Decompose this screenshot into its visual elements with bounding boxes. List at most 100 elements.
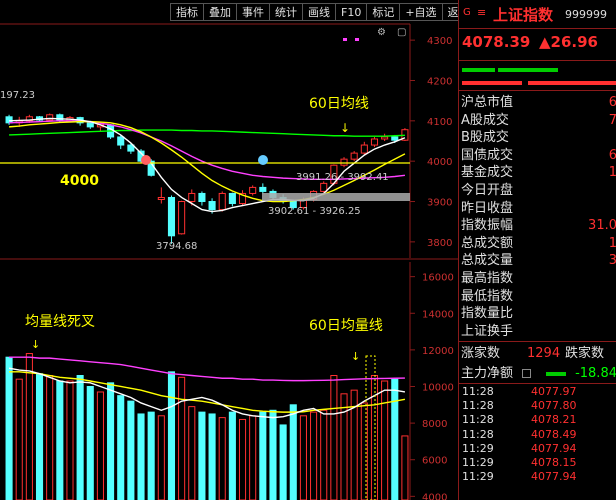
current-price: 4078.39 bbox=[462, 33, 531, 51]
tick-time: 11:29 bbox=[462, 441, 494, 455]
volume-bar bbox=[330, 375, 338, 500]
range-label-upper: 3991.26 - 3992.41 bbox=[296, 172, 389, 183]
toolbar-button-statistics[interactable]: 统计 bbox=[270, 3, 303, 21]
stat-row: A股成交 7 bbox=[459, 112, 616, 130]
volume-y-tick-label: 16000 bbox=[422, 273, 454, 284]
candle-body bbox=[320, 182, 328, 192]
toolbar-button-f10[interactable]: F10 bbox=[336, 3, 368, 21]
main-flow-row: 主力净额 -18.84 bbox=[459, 365, 616, 383]
volume-bar bbox=[310, 411, 318, 500]
candle-body bbox=[218, 192, 226, 211]
volume-bar bbox=[86, 385, 94, 500]
detail-icon[interactable] bbox=[522, 369, 531, 378]
toolbar-button-add-watchlist[interactable]: +自选 bbox=[400, 3, 443, 21]
vol-ma60-arrow: ↓ bbox=[351, 350, 360, 363]
volume-bar bbox=[107, 382, 115, 500]
candle-body bbox=[117, 136, 125, 146]
stat-label: 昨日收盘 bbox=[461, 200, 514, 216]
kline-y-tick-label: 4000 bbox=[427, 157, 452, 168]
volume-y-tick-label: 12000 bbox=[422, 346, 454, 357]
toolbar-button-events[interactable]: 事件 bbox=[237, 3, 270, 21]
stat-row: 总成交量 3 bbox=[459, 252, 616, 270]
expand-icon[interactable]: ▢ bbox=[397, 27, 406, 38]
marker-dot bbox=[343, 38, 347, 41]
divider bbox=[459, 60, 616, 61]
flow-bar bbox=[546, 372, 566, 376]
candle-body bbox=[167, 196, 176, 237]
stat-label: 上证换手 bbox=[461, 323, 514, 339]
decline-label: 跌家数 bbox=[565, 346, 605, 361]
stat-value: 31.0 bbox=[588, 218, 616, 234]
menu-icon[interactable]: ≡ bbox=[477, 6, 486, 19]
stat-row: 最高指数 bbox=[459, 270, 616, 288]
tick-price: 4078.15 bbox=[531, 455, 577, 469]
stat-row: 基金成交 1 bbox=[459, 164, 616, 182]
divider bbox=[459, 90, 616, 91]
volume-bar bbox=[35, 373, 44, 500]
volume-bar bbox=[117, 395, 125, 500]
price-change: ▲26.96 bbox=[539, 33, 598, 51]
tick-time: 11:29 bbox=[462, 455, 494, 469]
level-label: 4000 bbox=[60, 173, 99, 189]
event-marker-icon[interactable] bbox=[141, 155, 151, 165]
toolbar-button-overlay[interactable]: 叠加 bbox=[204, 3, 237, 21]
marker-dot bbox=[355, 38, 359, 41]
candle-body bbox=[340, 158, 348, 166]
volume-bar bbox=[178, 376, 186, 500]
volume-bar bbox=[167, 371, 176, 500]
tick-price: 4077.94 bbox=[531, 441, 577, 455]
volume-bar bbox=[66, 380, 74, 500]
stat-value: 6 bbox=[608, 95, 616, 110]
vol-ma60-annotation: 60日均量线 bbox=[309, 318, 383, 334]
stat-row: 总成交额 1 bbox=[459, 235, 616, 253]
settings-gear-icon[interactable]: ⚙ bbox=[377, 27, 386, 38]
volume-bar bbox=[259, 411, 267, 500]
advance-value: 1294 bbox=[527, 346, 561, 361]
market-stats: 沪总市值 6 A股成交 7 B股成交 国债成交 6 基金成交 1 今日开盘 昨日收盘 指数振幅 31.0… bbox=[459, 94, 616, 340]
stat-label: 总成交量 bbox=[461, 253, 514, 269]
tick-price: 4077.80 bbox=[531, 399, 577, 413]
stat-row: 指数振幅 31.0 bbox=[459, 217, 616, 235]
kline-y-tick-label: 4100 bbox=[427, 117, 452, 128]
tick-price: 4078.49 bbox=[531, 427, 577, 441]
high-price-label: 197.23 bbox=[0, 90, 35, 101]
index-name: 上证指数 bbox=[493, 6, 554, 24]
candle-body bbox=[228, 192, 236, 205]
volume-y-tick-label: 14000 bbox=[422, 309, 454, 320]
tick-row: 11:29 4077.94 bbox=[459, 442, 616, 456]
g-badge[interactable]: G bbox=[463, 7, 471, 18]
stat-value: 3 bbox=[608, 253, 616, 269]
toolbar-button-draw-line[interactable]: 画线 bbox=[303, 3, 336, 21]
tick-price: 4077.94 bbox=[531, 470, 577, 484]
kline-y-tick-label: 4200 bbox=[427, 76, 452, 87]
volume-bar bbox=[147, 411, 155, 500]
kline-chart-area[interactable]: 4300 4200 4100 4000 3900 3800 16000 14000 12000… bbox=[0, 0, 458, 500]
volume-bar bbox=[228, 411, 236, 500]
candle-body bbox=[188, 192, 196, 203]
main-flow-label: 主力净额 bbox=[461, 366, 514, 381]
volume-y-tick-label: 8000 bbox=[422, 419, 447, 430]
toolbar-button-mark[interactable]: 标记 bbox=[367, 3, 401, 21]
kline-y-tick-label: 4300 bbox=[427, 36, 452, 47]
stat-label: 最低指数 bbox=[461, 288, 514, 304]
stat-label: 国债成交 bbox=[461, 147, 514, 163]
candle-body bbox=[360, 144, 368, 154]
index-code: 999999 bbox=[565, 8, 607, 21]
tick-row: 11:28 4078.21 bbox=[459, 413, 616, 427]
candle-body bbox=[157, 196, 165, 200]
tick-time: 11:28 bbox=[462, 413, 494, 427]
volume-bar bbox=[249, 415, 257, 500]
stat-label: 总成交额 bbox=[461, 235, 514, 251]
candle-body bbox=[350, 152, 358, 160]
volume-cross-arrow: ↓ bbox=[31, 338, 40, 351]
toolbar-button-indicators[interactable]: 指标 bbox=[170, 3, 204, 21]
volume-bar bbox=[279, 424, 287, 500]
advance-label: 涨家数 bbox=[461, 346, 501, 361]
event-marker-icon[interactable] bbox=[258, 155, 268, 165]
stat-label: 指数量比 bbox=[461, 306, 514, 322]
volume-y-tick-label: 10000 bbox=[422, 382, 454, 393]
stat-value: 1 bbox=[608, 165, 616, 181]
tick-time: 11:29 bbox=[462, 470, 494, 484]
volume-bar bbox=[56, 380, 64, 500]
volume-bars bbox=[5, 353, 409, 500]
